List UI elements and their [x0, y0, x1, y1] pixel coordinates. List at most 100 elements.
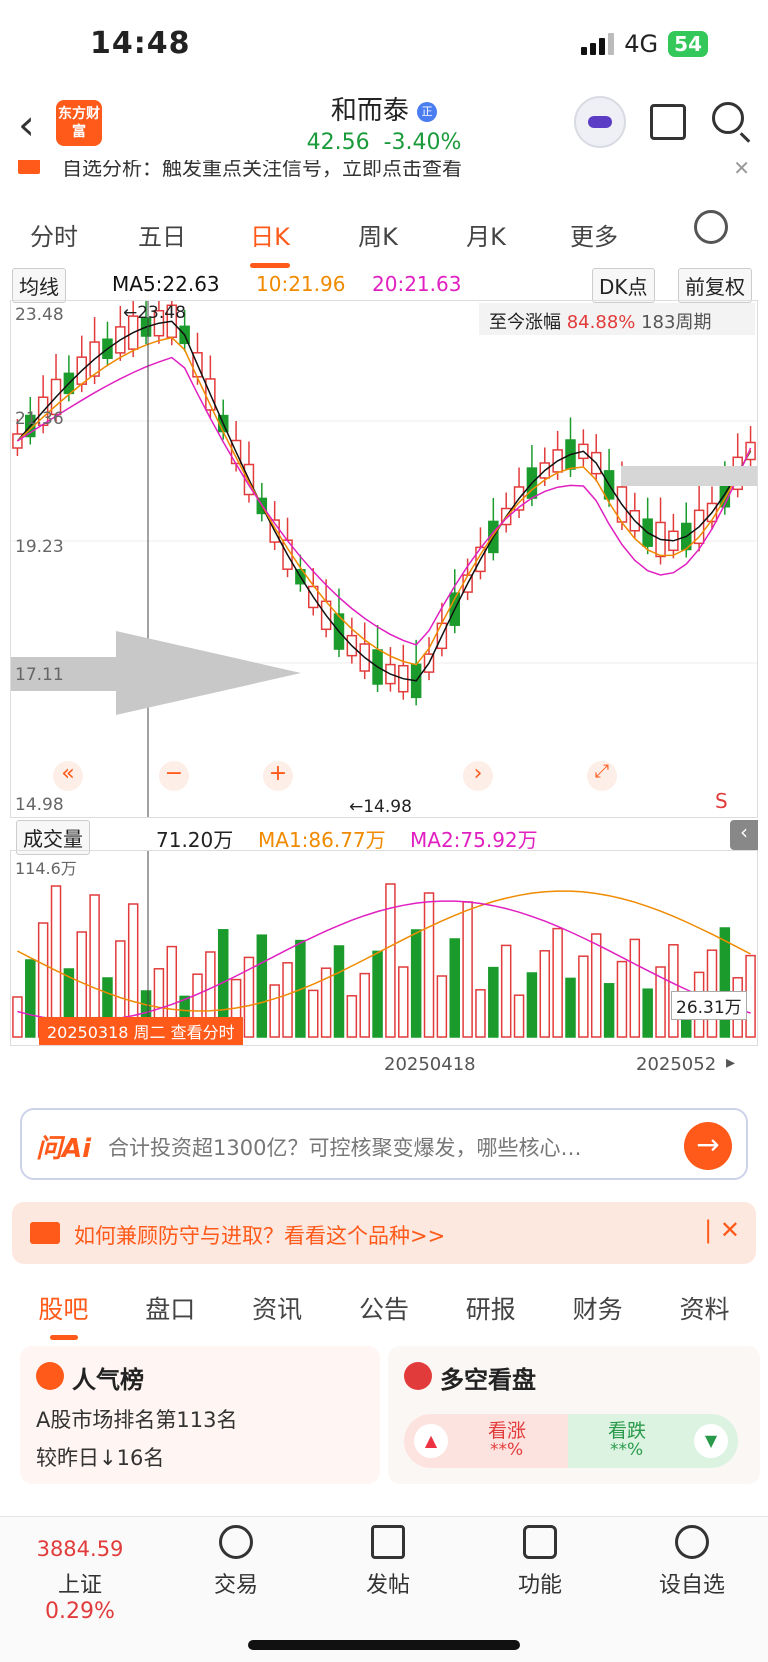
adjust-button[interactable]: 前复权 — [678, 268, 752, 303]
tab-daily-k[interactable]: 日K — [216, 217, 324, 268]
nav-post-label: 发帖 — [365, 1573, 410, 1598]
volume-bar — [462, 901, 473, 1038]
y-axis-label-2: 21.36 — [15, 409, 64, 429]
tab-news[interactable]: 资讯 — [252, 1290, 302, 1326]
bear-label: 看跌 — [608, 1420, 647, 1442]
battery-icon: 54 — [668, 31, 708, 57]
low-marker: ←14.98 — [349, 797, 412, 817]
volume-bar — [578, 955, 589, 1038]
fullscreen-icon[interactable]: ⤢ — [587, 761, 617, 791]
notice-ticker[interactable]: 自选分析：触发重点关注信号，立即点击查看 ✕ — [0, 160, 768, 186]
gear-icon[interactable] — [694, 210, 728, 244]
tab-weekly-k[interactable]: 周K — [324, 217, 432, 252]
close-icon[interactable]: | ✕ — [704, 1216, 740, 1244]
arrow-right-icon[interactable]: → — [684, 1122, 732, 1170]
index-name: 上证 — [57, 1573, 102, 1598]
volume-ma2: MA2:75.92万 — [410, 828, 538, 852]
date-tooltip[interactable]: 20250318 周二 查看分时 — [39, 1017, 243, 1045]
promo-banner[interactable]: 如何兼顾防守与进取？看看这个品种>> | ✕ — [12, 1202, 756, 1264]
candle — [668, 513, 679, 559]
share-icon[interactable] — [650, 104, 686, 140]
volume-bar — [333, 945, 345, 1038]
volume-bar — [398, 966, 409, 1038]
range-gain-period: 183周期 — [641, 312, 712, 333]
nav-trade[interactable]: 交易 — [176, 1525, 296, 1599]
stock-name: 和而泰 — [330, 96, 409, 126]
volume-current-label: 26.31万 — [671, 991, 747, 1020]
next-icon[interactable]: › — [463, 761, 493, 791]
candle — [410, 639, 422, 706]
collapse-icon[interactable]: ‹ — [730, 820, 758, 850]
tab-five-day[interactable]: 五日 — [108, 217, 216, 252]
tab-intraday[interactable]: 分时 — [0, 217, 108, 252]
content-tabs: 股吧 盘口 资讯 公告 研报 财务 资料 — [0, 1280, 768, 1340]
kline-chart[interactable]: 23.48 21.36 19.23 17.11 14.98 ←23.48 ←14… — [10, 300, 758, 818]
y-axis-label-3: 19.23 — [15, 537, 64, 557]
dk-point-button[interactable]: DK点 — [592, 268, 655, 303]
bear-value: **% — [610, 1440, 644, 1460]
nav-function[interactable]: 功能 — [480, 1525, 600, 1599]
stock-header: ‹ 东方财富 和而泰 正 42.56 -3.40% — [0, 86, 768, 160]
close-icon[interactable]: ✕ — [733, 160, 750, 180]
bear-button[interactable]: 看跌 **% ▼ — [568, 1414, 738, 1468]
volume-bar — [372, 950, 383, 1038]
zoom-in-icon[interactable]: + — [263, 761, 293, 791]
tab-orderbook[interactable]: 盘口 — [145, 1290, 195, 1326]
popularity-rank: A股市场排名第113名 — [36, 1408, 238, 1432]
tab-forum[interactable]: 股吧 — [38, 1290, 88, 1340]
tab-finance[interactable]: 财务 — [573, 1290, 623, 1326]
candle — [398, 644, 409, 700]
candle — [346, 617, 358, 664]
volume-ma1: MA1:86.77万 — [258, 828, 386, 852]
volume-axis-top: 114.6万 — [15, 859, 77, 878]
popularity-card[interactable]: 人气榜 A股市场排名第113名 较昨日↓16名 — [20, 1346, 380, 1484]
date-axis: 20250418 2025052 ▸ — [0, 1048, 768, 1078]
index-quote[interactable]: 3884.59 上证 0.29% — [20, 1537, 140, 1624]
network-label: 4G — [624, 30, 659, 58]
stock-change: -3.40% — [383, 130, 462, 155]
sentiment-card: 多空看盘 ▲ 看涨 **% 看跌 **% ▼ — [388, 1346, 760, 1484]
candle — [256, 482, 268, 522]
volume-bar — [436, 975, 448, 1038]
volume-bar — [423, 892, 435, 1038]
trade-icon — [219, 1525, 253, 1559]
volume-bar — [616, 960, 628, 1038]
sentiment-title: 多空看盘 — [440, 1366, 536, 1394]
tab-profile[interactable]: 资料 — [679, 1290, 729, 1326]
popularity-change: 较昨日↓16名 — [36, 1446, 165, 1470]
scroll-right-icon[interactable]: ▸ — [726, 1052, 735, 1073]
index-change: 0.29% — [45, 1599, 115, 1624]
range-gain-box[interactable]: 至今涨幅 84.88% 183周期 — [479, 303, 755, 335]
tab-research[interactable]: 研报 — [466, 1290, 516, 1326]
zoom-out-icon[interactable]: − — [159, 761, 189, 791]
y-axis-label-bottom: 14.98 — [15, 795, 64, 815]
ma-line — [16, 356, 752, 646]
ma20-label: 20:21.63 — [372, 272, 462, 296]
assistant-avatar-icon[interactable] — [574, 96, 626, 148]
volume-bar — [539, 950, 551, 1038]
volume-chart[interactable]: 114.6万 26.31万 20250318 周二 查看分时 — [10, 850, 758, 1046]
edit-icon — [371, 1525, 405, 1559]
nav-watchlist[interactable]: 设自选 — [632, 1525, 752, 1599]
nav-post[interactable]: 发帖 — [328, 1525, 448, 1599]
promo-text: 如何兼顾防守与进取？看看这个品种>> — [74, 1224, 446, 1248]
nav-watchlist-label: 设自选 — [658, 1573, 725, 1598]
volume-svg — [12, 851, 756, 1045]
candle — [449, 569, 460, 634]
volume-bar — [25, 959, 36, 1038]
tab-monthly-k[interactable]: 月K — [432, 217, 540, 252]
speaker-icon — [18, 160, 40, 174]
volume-bar — [629, 938, 641, 1038]
candle — [217, 399, 229, 440]
candle — [462, 558, 473, 601]
volume-ma-line — [17, 900, 751, 1022]
search-icon[interactable] — [712, 102, 744, 134]
volume-legend: 成交量 71.20万 MA1:86.77万 MA2:75.92万 ‹ — [0, 820, 768, 855]
tab-more[interactable]: 更多 — [540, 217, 648, 252]
scroll-left-icon[interactable]: « — [53, 761, 83, 791]
ma-selector[interactable]: 均线 — [12, 268, 66, 303]
range-gain-value: 84.88% — [566, 312, 636, 333]
tab-announcements[interactable]: 公告 — [359, 1290, 409, 1326]
bull-button[interactable]: ▲ 看涨 **% — [404, 1414, 568, 1468]
ai-ask-box[interactable]: 问Ai 合计投资超1300亿？可控核聚变爆发，哪些核心… → — [20, 1108, 748, 1180]
